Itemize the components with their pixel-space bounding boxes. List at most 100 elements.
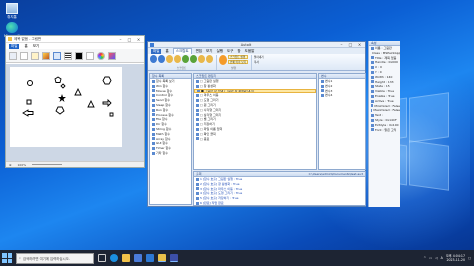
tab-window[interactable]: 창 — [237, 49, 240, 54]
output-lines: 1 [함수 호출] 그림판 실행 : True 2 [함수 호출] 창 활성화 :… — [194, 177, 365, 206]
clock[interactable]: 오후 4:04:17 2023-11-20 — [446, 254, 465, 262]
color2-tool[interactable] — [86, 51, 94, 60]
zoom-slider[interactable] — [32, 164, 63, 165]
explorer-taskbar-icon[interactable] — [122, 254, 130, 262]
app-window: AutoIt – □ × 파일 홈 스크립트 편집 보기 실행 도구 창 도움말… — [147, 41, 366, 207]
item-icon — [371, 99, 374, 103]
tab-home[interactable]: 홈 — [165, 49, 168, 54]
tab-file[interactable]: 파일 — [151, 48, 162, 54]
tab-help[interactable]: 도움말 — [245, 49, 255, 54]
item-icon — [371, 46, 374, 50]
image-tool[interactable] — [20, 51, 28, 60]
tab-edit[interactable]: 편집 — [196, 49, 202, 54]
script-tree-item-label: □ 종료 — [200, 136, 210, 141]
size-tool[interactable] — [64, 51, 72, 60]
output-path: C:\Users\admin\Documents\test.au3 — [308, 172, 363, 176]
item-icon — [196, 79, 199, 83]
search-placeholder: 검색하려면 여기에 입력하십시오. — [22, 256, 70, 261]
item-icon — [152, 132, 155, 136]
stop-icon[interactable] — [190, 55, 197, 63]
minimize-button[interactable]: – — [117, 37, 124, 42]
function-list-item[interactable]: 기타 함수 — [150, 151, 191, 156]
ribbon-group-run: 스크립트 실행 인쇄 미리 보기 실행 — [219, 55, 252, 70]
close-button[interactable]: × — [135, 37, 142, 42]
item-icon — [152, 118, 155, 122]
debug-icon[interactable] — [206, 55, 213, 63]
ribbon-group-label: 실행 — [231, 67, 236, 70]
app-title: AutoIt — [240, 42, 252, 47]
step-icon[interactable] — [198, 55, 205, 63]
taskbar-search[interactable]: ⌕ 검색하려면 여기에 입력하십시오. — [16, 252, 94, 264]
paint-canvas[interactable] — [10, 67, 122, 147]
output-line[interactable]: 6 [완료] 작업 완료 — [194, 201, 365, 206]
print-preview-button[interactable]: 인쇄 미리 보기 — [228, 60, 248, 64]
color1-tool[interactable] — [75, 51, 83, 60]
chevron-up-icon[interactable]: ^ — [423, 256, 426, 260]
minimize-button[interactable]: – — [338, 42, 345, 47]
run-icon[interactable] — [219, 55, 227, 65]
record-icon[interactable] — [174, 55, 181, 63]
tab-home[interactable]: 홈 — [24, 44, 27, 49]
script-tree-item[interactable]: □ 종료 — [194, 137, 316, 142]
item-icon — [196, 113, 199, 117]
item-icon — [152, 79, 155, 83]
item-icon — [371, 94, 374, 98]
shapes-tool[interactable] — [53, 51, 61, 60]
maximize-button[interactable]: □ — [347, 42, 354, 47]
desktop-icon-recycle-bin[interactable]: 휴지통 — [3, 3, 21, 20]
network-icon[interactable]: ▭ — [429, 256, 432, 260]
ribbon-group-script: 스크립트 — [150, 55, 217, 70]
item-icon — [371, 66, 374, 70]
item-icon — [152, 108, 155, 112]
search-icon: ⌕ — [19, 256, 21, 260]
drawn-shapes — [22, 76, 114, 117]
store-taskbar-icon[interactable] — [134, 254, 142, 262]
notification-icon[interactable]: ▢ — [468, 256, 471, 260]
item-icon — [371, 90, 374, 94]
task-view-icon[interactable] — [98, 254, 106, 262]
volume-icon[interactable]: ◁ — [435, 256, 437, 260]
item-icon — [196, 84, 199, 88]
ime-indicator[interactable]: A — [441, 256, 443, 260]
new-icon[interactable] — [166, 55, 173, 63]
cut-button[interactable]: 잘라내기 — [254, 55, 264, 59]
maximize-button[interactable]: □ — [126, 37, 133, 42]
paint-taskbar-icon[interactable] — [158, 254, 166, 262]
pencil-tool[interactable] — [31, 51, 39, 60]
output-line-label: 6 [완료] 작업 완료 — [200, 200, 224, 205]
play-icon[interactable] — [182, 55, 189, 63]
item-icon — [196, 182, 199, 186]
variable-item[interactable]: 변수4 — [319, 93, 365, 98]
tab-tools[interactable]: 도구 — [227, 49, 233, 54]
save-icon[interactable] — [158, 55, 165, 63]
property-row[interactable]: Font : 맑은 고딕 — [369, 128, 400, 133]
tab-view[interactable]: 보기 — [33, 44, 39, 49]
variable-panel: 변수 변수1 변수2 변수3 변수4 — [318, 73, 366, 170]
edit-colors-tool[interactable] — [108, 51, 116, 60]
copy-button[interactable]: 복사 — [254, 60, 264, 64]
tab-view[interactable]: 보기 — [206, 49, 212, 54]
property-row[interactable]: Maximized : False — [369, 108, 400, 113]
edge-taskbar-icon[interactable] — [110, 254, 118, 262]
palette-tool[interactable] — [97, 51, 105, 60]
item-icon — [196, 99, 199, 103]
brush-tool[interactable] — [42, 51, 50, 60]
item-icon — [196, 103, 199, 107]
app-icon — [150, 42, 154, 47]
item-icon — [321, 84, 324, 88]
run-script-button[interactable]: 스크립트 실행 — [228, 55, 248, 59]
item-icon — [196, 177, 199, 181]
select-tool[interactable] — [9, 51, 17, 60]
ribbon-group-label: 스크립트 — [176, 67, 187, 70]
app-taskbar-icon[interactable] — [170, 254, 178, 262]
paint-statusbar: ⊕ 100% — [6, 161, 144, 167]
script-tree-panel: 스크립트 편집기 □ 그림판 실행 □ 창 활성화 ■ 그림판 창 선택 (그림… — [193, 73, 317, 170]
mail-taskbar-icon[interactable] — [146, 254, 154, 262]
tab-run[interactable]: 실행 — [216, 49, 222, 54]
item-icon — [152, 113, 155, 117]
open-icon[interactable] — [150, 55, 157, 63]
close-button[interactable]: × — [356, 42, 363, 47]
tab-file[interactable]: 파일 — [9, 43, 20, 49]
property-row-label: Font : 맑은 고딕 — [375, 127, 397, 132]
start-button[interactable] — [2, 253, 12, 263]
